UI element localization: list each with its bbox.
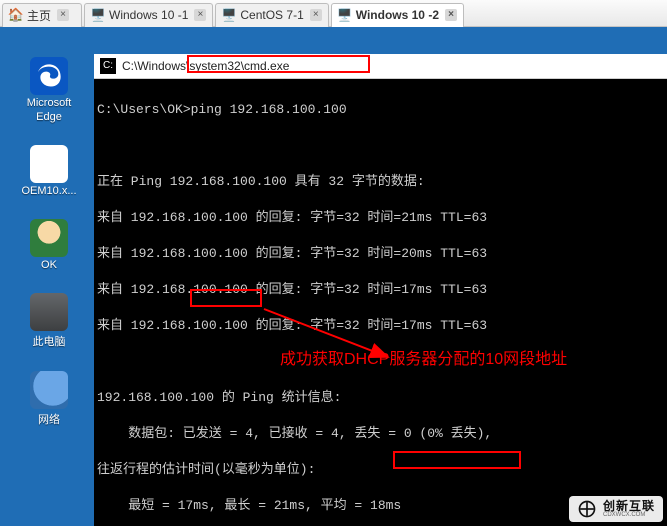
cmd-line: 来自 192.168.100.100 的回复: 字节=32 时间=21ms TT… [97, 209, 664, 227]
desktop-icon-ok[interactable]: OK [20, 219, 78, 271]
edge-glyph [35, 62, 63, 90]
tab-close[interactable]: × [194, 9, 206, 21]
file-icon [30, 145, 68, 183]
desktop-icon-edge[interactable]: Microsoft Edge [20, 57, 78, 123]
watermark: 创新互联 CDXWCX.COM [569, 496, 663, 522]
home-icon: 🏠 [9, 8, 23, 22]
tab-home-label: 主页 [27, 7, 51, 24]
cmd-line: 192.168.100.100 的 Ping 统计信息: [97, 389, 664, 407]
tab-home[interactable]: 🏠 主页 × [2, 3, 82, 27]
cmd-line: 来自 192.168.100.100 的回复: 字节=32 时间=17ms TT… [97, 281, 664, 299]
desktop-icon-label: Edge [36, 111, 62, 123]
watermark-text-big: 创新互联 [603, 500, 655, 512]
tab-win10-2[interactable]: 🖥️ Windows 10 -2 × [331, 3, 464, 27]
desktop-icon-oem[interactable]: OEM10.x... [20, 145, 78, 197]
cmd-line: 正在 Ping 192.168.100.100 具有 32 字节的数据: [97, 173, 664, 191]
tab-close[interactable]: × [310, 9, 322, 21]
desktop-icons-column: Microsoft Edge OEM10.x... OK 此电脑 网络 [18, 57, 80, 427]
desktop-icon-label: 网络 [38, 411, 60, 427]
this-pc-icon [30, 293, 68, 331]
monitor-icon: 🖥️ [338, 8, 352, 22]
desktop-icon-label: Microsoft [27, 97, 72, 109]
cmd-window[interactable]: C: C:\Windows\system32\cmd.exe C:\Users\… [94, 54, 667, 526]
desktop-icon-label: OK [41, 259, 57, 271]
tab-label: CentOS 7-1 [240, 8, 303, 22]
cmd-icon: C: [100, 58, 116, 74]
tab-win10-1[interactable]: 🖥️ Windows 10 -1 × [84, 3, 213, 27]
cmd-body[interactable]: C:\Users\OK>ping 192.168.100.100 正在 Ping… [94, 79, 667, 526]
tab-centos7-1[interactable]: 🖥️ CentOS 7-1 × [215, 3, 328, 27]
cmd-line [97, 137, 664, 155]
monitor-icon: 🖥️ [91, 8, 105, 22]
tab-label: Windows 10 -1 [109, 8, 188, 22]
desktop-stage: Microsoft Edge OEM10.x... OK 此电脑 网络 C: C… [0, 27, 667, 526]
desktop-icon-label: OEM10.x... [21, 185, 76, 197]
cmd-title-text: C:\Windows\system32\cmd.exe [122, 57, 289, 75]
user-folder-icon [30, 219, 68, 257]
cmd-line: 数据包: 已发送 = 4, 已接收 = 4, 丢失 = 0 (0% 丢失), [97, 425, 664, 443]
monitor-icon: 🖥️ [222, 8, 236, 22]
cmd-line: 来自 192.168.100.100 的回复: 字节=32 时间=20ms TT… [97, 245, 664, 263]
desktop-icon-label: 此电脑 [33, 333, 66, 349]
edge-icon [30, 57, 68, 95]
desktop-icon-network[interactable]: 网络 [20, 371, 78, 427]
cmd-line: 往返行程的估计时间(以毫秒为单位): [97, 461, 664, 479]
tab-home-close[interactable]: × [57, 9, 69, 21]
vm-tabbar: 🏠 主页 × 🖥️ Windows 10 -1 × 🖥️ CentOS 7-1 … [0, 0, 667, 27]
cmd-titlebar[interactable]: C: C:\Windows\system32\cmd.exe [94, 54, 667, 79]
desktop-icon-thispc[interactable]: 此电脑 [20, 293, 78, 349]
tab-close[interactable]: × [445, 9, 457, 21]
watermark-text-small: CDXWCX.COM [603, 512, 655, 518]
tab-label: Windows 10 -2 [356, 8, 439, 22]
network-icon [30, 371, 68, 409]
annotation-text: 成功获取DHCP服务器分配的10网段地址 [280, 345, 567, 369]
watermark-icon [577, 499, 597, 519]
cmd-line: C:\Users\OK>ping 192.168.100.100 [97, 101, 664, 119]
